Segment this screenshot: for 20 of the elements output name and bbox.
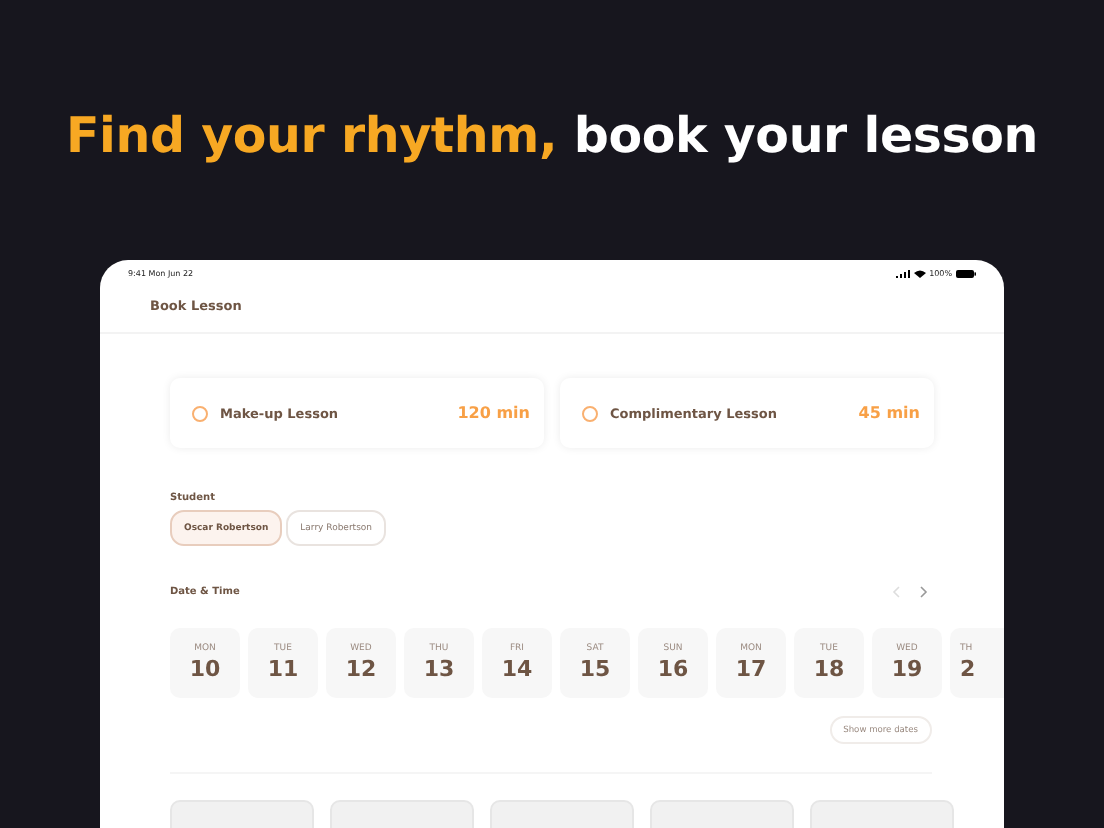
date-number: 18 [813, 656, 845, 682]
lesson-duration: 45 min [858, 404, 920, 422]
chevron-right-icon[interactable] [920, 586, 928, 598]
date-number: 15 [579, 656, 611, 682]
lesson-duration: 120 min [457, 404, 530, 422]
date-number: 17 [735, 656, 767, 682]
date-number: 11 [267, 656, 299, 682]
chevron-left-icon[interactable] [892, 586, 900, 598]
headline: Find your rhythm, book your lesson [65, 104, 1039, 168]
date-number: 12 [345, 656, 377, 682]
wifi-icon [913, 269, 926, 277]
date-number: 14 [501, 656, 533, 682]
radio-button[interactable] [582, 405, 598, 421]
date-number: 2 [960, 656, 976, 682]
battery-icon [956, 269, 976, 277]
radio-button[interactable] [192, 405, 208, 421]
date-number: 19 [891, 656, 923, 682]
date-number: 13 [423, 656, 455, 682]
date-number: 10 [189, 656, 221, 682]
date-number: 16 [657, 656, 689, 682]
